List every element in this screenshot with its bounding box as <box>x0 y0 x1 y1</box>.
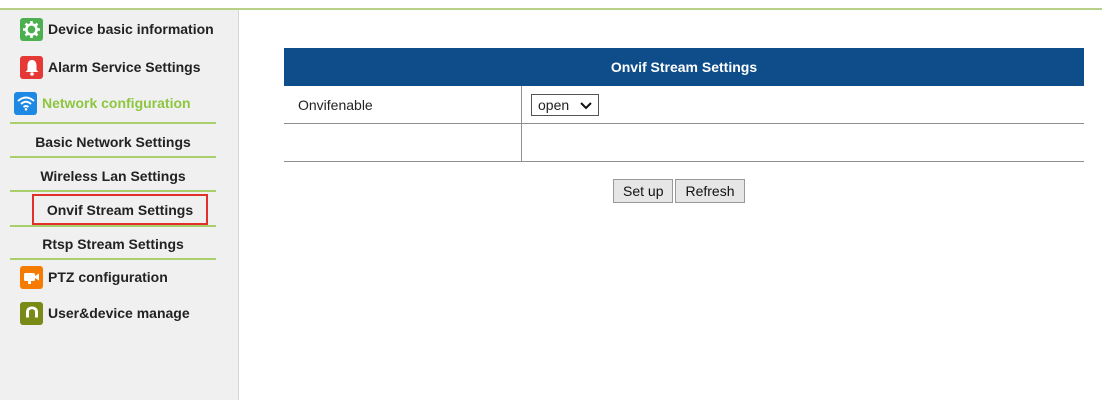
onvifenable-label: Onvifenable <box>284 86 522 123</box>
gear-icon <box>20 17 43 41</box>
table-row: Onvifenable open <box>284 86 1084 124</box>
table-row <box>284 124 1084 162</box>
separator <box>10 156 216 158</box>
sidebar-subitem-onvif-stream-settings[interactable]: Onvif Stream Settings <box>32 194 208 225</box>
sidebar: Device basic information Alarm Service S… <box>0 10 239 400</box>
onvifenable-value-cell: open <box>522 86 1084 123</box>
sidebar-item-ptz-configuration[interactable]: PTZ configuration <box>0 260 238 294</box>
setup-button[interactable]: Set up <box>613 179 674 203</box>
settings-panel: Onvif Stream Settings Onvifenable open <box>284 48 1084 162</box>
wifi-icon <box>14 91 37 115</box>
sidebar-item-label: PTZ configuration <box>48 269 168 285</box>
sidebar-item-device-basic-information[interactable]: Device basic information <box>0 12 238 46</box>
sidebar-item-user-device-manage[interactable]: User&device manage <box>0 296 238 330</box>
panel-title: Onvif Stream Settings <box>284 48 1084 86</box>
sidebar-item-network-configuration[interactable]: Network configuration <box>0 86 238 120</box>
separator <box>10 122 216 124</box>
ptz-camera-icon <box>20 265 43 289</box>
sidebar-subitem-rtsp-stream-settings[interactable]: Rtsp Stream Settings <box>10 228 216 259</box>
separator <box>10 225 216 227</box>
empty-value <box>522 124 1084 161</box>
empty-label <box>284 124 522 161</box>
sidebar-subitem-wireless-lan-settings[interactable]: Wireless Lan Settings <box>10 160 216 191</box>
bell-icon <box>20 55 43 79</box>
sidebar-item-label: Network configuration <box>42 95 191 111</box>
sidebar-item-label: User&device manage <box>48 305 190 321</box>
select-value: open <box>538 96 570 113</box>
sidebar-item-alarm-service-settings[interactable]: Alarm Service Settings <box>0 50 238 84</box>
user-icon <box>20 301 43 325</box>
sidebar-item-label: Alarm Service Settings <box>48 59 201 75</box>
chevron-down-icon <box>580 97 592 113</box>
refresh-button[interactable]: Refresh <box>675 179 745 203</box>
separator <box>10 190 216 192</box>
action-buttons: Set up Refresh <box>613 179 745 203</box>
onvifenable-select[interactable]: open <box>531 93 599 116</box>
sidebar-item-label: Device basic information <box>48 21 214 37</box>
sidebar-subitem-basic-network-settings[interactable]: Basic Network Settings <box>10 126 216 157</box>
